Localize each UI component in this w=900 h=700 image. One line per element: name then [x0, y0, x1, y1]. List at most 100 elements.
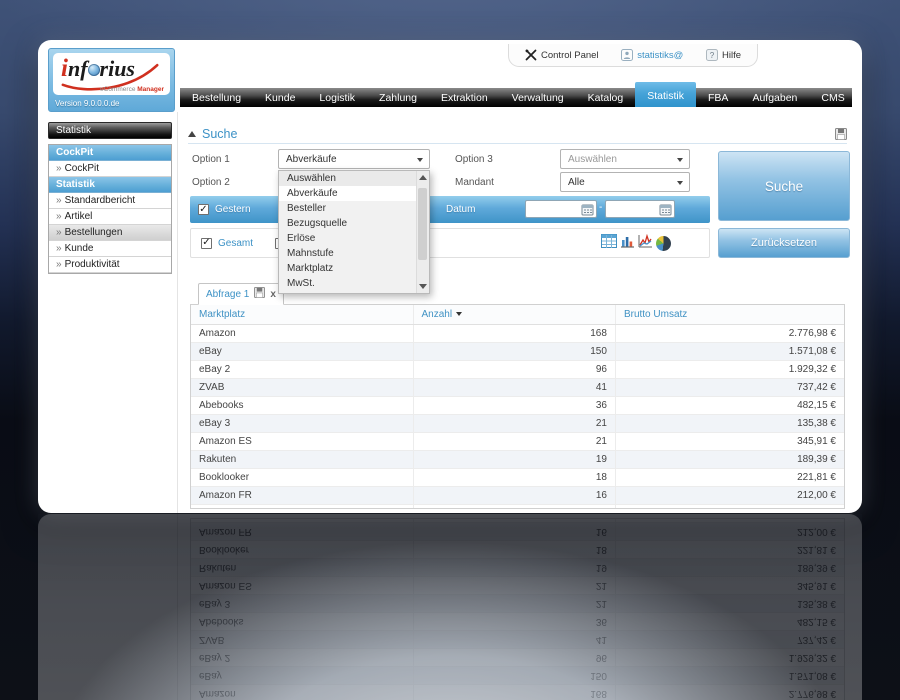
date-filter-bar: ✓ Gestern Datum - [190, 196, 710, 223]
nav-tab-fba[interactable]: FBA [696, 88, 740, 107]
version-label: Version 9.0.0.0.de [55, 99, 120, 108]
control-panel-button[interactable]: Control Panel [525, 49, 599, 61]
cell-brutto-umsatz: 482,15 € [615, 396, 844, 415]
save-search-icon[interactable] [835, 127, 847, 140]
calendar-icon[interactable] [581, 203, 594, 221]
sort-desc-icon [456, 312, 463, 317]
nav-tab-cms[interactable]: CMS [809, 88, 856, 107]
table-row[interactable]: Amazon ES 21 345,91 € [191, 432, 844, 451]
help-button[interactable]: ? Hilfe [705, 49, 741, 61]
dropdown-option-ausw-hlen[interactable]: Auswählen [279, 171, 429, 186]
nav-tab-extraktion[interactable]: Extraktion [429, 88, 500, 107]
cell-brutto-umsatz: 135,38 € [615, 414, 844, 433]
cell-marktplatz: ZVAB [191, 378, 414, 397]
date-to-input[interactable] [605, 200, 675, 218]
cell-marktplatz: Amazon FR [191, 486, 414, 505]
results-table: Marktplatz Anzahl Brutto Umsatz Amazon 168 2… [191, 305, 844, 508]
bar-chart-view-icon[interactable] [620, 234, 635, 253]
query-tab[interactable]: Abfrage 1 x [198, 283, 284, 305]
sidebar-section-cockpit: CockPit [49, 145, 171, 161]
results-table-container: Marktplatz Anzahl Brutto Umsatz Amazon 168 2… [190, 304, 845, 509]
dropdown-option-marktplatz[interactable]: Marktplatz [279, 261, 429, 276]
option-dropdown-list: Auswählen Abverkäufe Besteller Bezugsquelle… [278, 170, 430, 294]
tab-close-icon[interactable]: x [270, 289, 276, 300]
cell-brutto-umsatz: 737,42 € [615, 378, 844, 397]
sidebar-item-cockpit[interactable]: » CockPit [49, 161, 171, 177]
column-header-anzahl[interactable]: Anzahl [413, 305, 616, 325]
date-range-dash: - [599, 202, 603, 213]
option1-select[interactable]: Abverkäufe [278, 149, 430, 169]
sidebar-item-artikel[interactable]: » Artikel [49, 209, 171, 225]
svg-text:?: ? [710, 51, 715, 60]
cell-anzahl: 21 [413, 414, 616, 433]
mandant-select[interactable]: Alle [560, 172, 690, 192]
collapse-icon[interactable] [188, 130, 196, 137]
sidebar-item-kunde[interactable]: » Kunde [49, 241, 171, 257]
dropdown-option-besteller[interactable]: Besteller [279, 201, 429, 216]
totals-filter-row: ✓ Gesamt Ta [190, 228, 710, 258]
wrench-icon [525, 49, 537, 61]
nav-tab-logistik[interactable]: Logistik [307, 88, 367, 107]
table-row[interactable]: Abebooks 36 482,15 € [191, 396, 844, 415]
option3-label: Option 3 [455, 154, 493, 165]
nav-tab-zahlung[interactable]: Zahlung [367, 88, 429, 107]
brand-logo: inf rius eCommerce Manager Version 9.0.0.… [48, 48, 175, 112]
dropdown-option-bezugsquelle[interactable]: Bezugsquelle [279, 216, 429, 231]
scrollbar-thumb[interactable] [418, 188, 427, 260]
option2-label: Option 2 [192, 177, 230, 188]
app-window: inf rius eCommerce Manager Version 9.0.0.… [38, 40, 862, 513]
nav-tab-verwaltung[interactable]: Verwaltung [500, 88, 576, 107]
cell-marktplatz: eBay [191, 342, 414, 361]
table-row[interactable]: Rakuten 19 189,39 € [191, 450, 844, 469]
column-header-marktplatz[interactable]: Marktplatz [191, 305, 414, 325]
nav-tab-bestellung[interactable]: Bestellung [180, 88, 253, 107]
search-button[interactable]: Suche [718, 151, 850, 221]
gesamt-checkbox[interactable]: ✓ [201, 237, 212, 249]
scroll-up-icon[interactable] [419, 175, 427, 180]
dropdown-option-mahnstufe[interactable]: Mahnstufe [279, 246, 429, 261]
table-row[interactable]: eBay 150 1.571,08 € [191, 342, 844, 361]
date-from-input[interactable] [525, 200, 597, 218]
table-row[interactable]: Amazon FR 16 212,00 € [191, 486, 844, 505]
sidebar-item-produktivit-t[interactable]: » Produktivität [49, 257, 171, 273]
cell-anzahl: 96 [413, 360, 616, 379]
gestern-checkbox[interactable]: ✓ [198, 204, 209, 215]
calendar-icon[interactable] [659, 203, 672, 221]
dropdown-option-plz[interactable]: PLZ [279, 291, 429, 293]
content-area: Suche Option 1 Abverkäufe Option 3 Auswä… [180, 118, 855, 513]
table-view-icon[interactable] [601, 233, 617, 253]
gesamt-label: Gesamt [218, 237, 254, 249]
table-row[interactable]: eBay 2 96 1.929,32 € [191, 360, 844, 379]
table-row[interactable]: eBay 3 21 135,38 € [191, 414, 844, 433]
scroll-down-icon[interactable] [419, 284, 427, 289]
brand-logo-card: inf rius eCommerce Manager [53, 53, 170, 95]
reset-button[interactable]: Zurücksetzen [718, 228, 850, 258]
table-row[interactable]: Hitmeister12403,19 € [191, 504, 844, 508]
table-row[interactable]: Amazon 168 2.776,98 € [191, 324, 844, 343]
dropdown-option-erl-se[interactable]: Erlöse [279, 231, 429, 246]
gestern-label: Gestern [215, 204, 251, 215]
table-row[interactable]: Booklooker 18 221,81 € [191, 468, 844, 487]
table-row[interactable]: ZVAB 41 737,42 € [191, 378, 844, 397]
option3-select[interactable]: Auswählen [560, 149, 690, 169]
nav-tab-katalog[interactable]: Katalog [576, 88, 636, 107]
cell-brutto-umsatz: 403,19 € [615, 504, 844, 508]
account-button[interactable]: statistiks@ [621, 49, 683, 61]
pie-chart-view-icon[interactable] [656, 235, 671, 251]
sidebar-item-standardbericht[interactable]: » Standardbericht [49, 193, 171, 209]
nav-tab-aufgaben[interactable]: Aufgaben [740, 88, 809, 107]
nav-tab-kunde[interactable]: Kunde [253, 88, 307, 107]
nav-tab-statistik[interactable]: Statistik [635, 82, 697, 107]
dropdown-option-mwst-[interactable]: MwSt. [279, 276, 429, 291]
tab-save-icon[interactable] [254, 285, 266, 303]
column-header-brutto-umsatz[interactable]: Brutto Umsatz [615, 305, 844, 325]
view-switcher [601, 233, 671, 253]
query-tab-label: Abfrage 1 [206, 288, 250, 300]
cell-marktplatz: Rakuten [191, 450, 414, 469]
window-reflection: infrius eCommerce Manager Version 9.0.0.… [38, 514, 862, 700]
line-chart-view-icon[interactable] [638, 233, 653, 253]
sidebar-item-bestellungen[interactable]: » Bestellungen [49, 225, 171, 241]
dropdown-option-abverk-ufe[interactable]: Abverkäufe [279, 186, 429, 201]
table-header-row: Marktplatz Anzahl Brutto Umsatz [191, 305, 844, 325]
cell-anzahl: 21 [413, 432, 616, 451]
